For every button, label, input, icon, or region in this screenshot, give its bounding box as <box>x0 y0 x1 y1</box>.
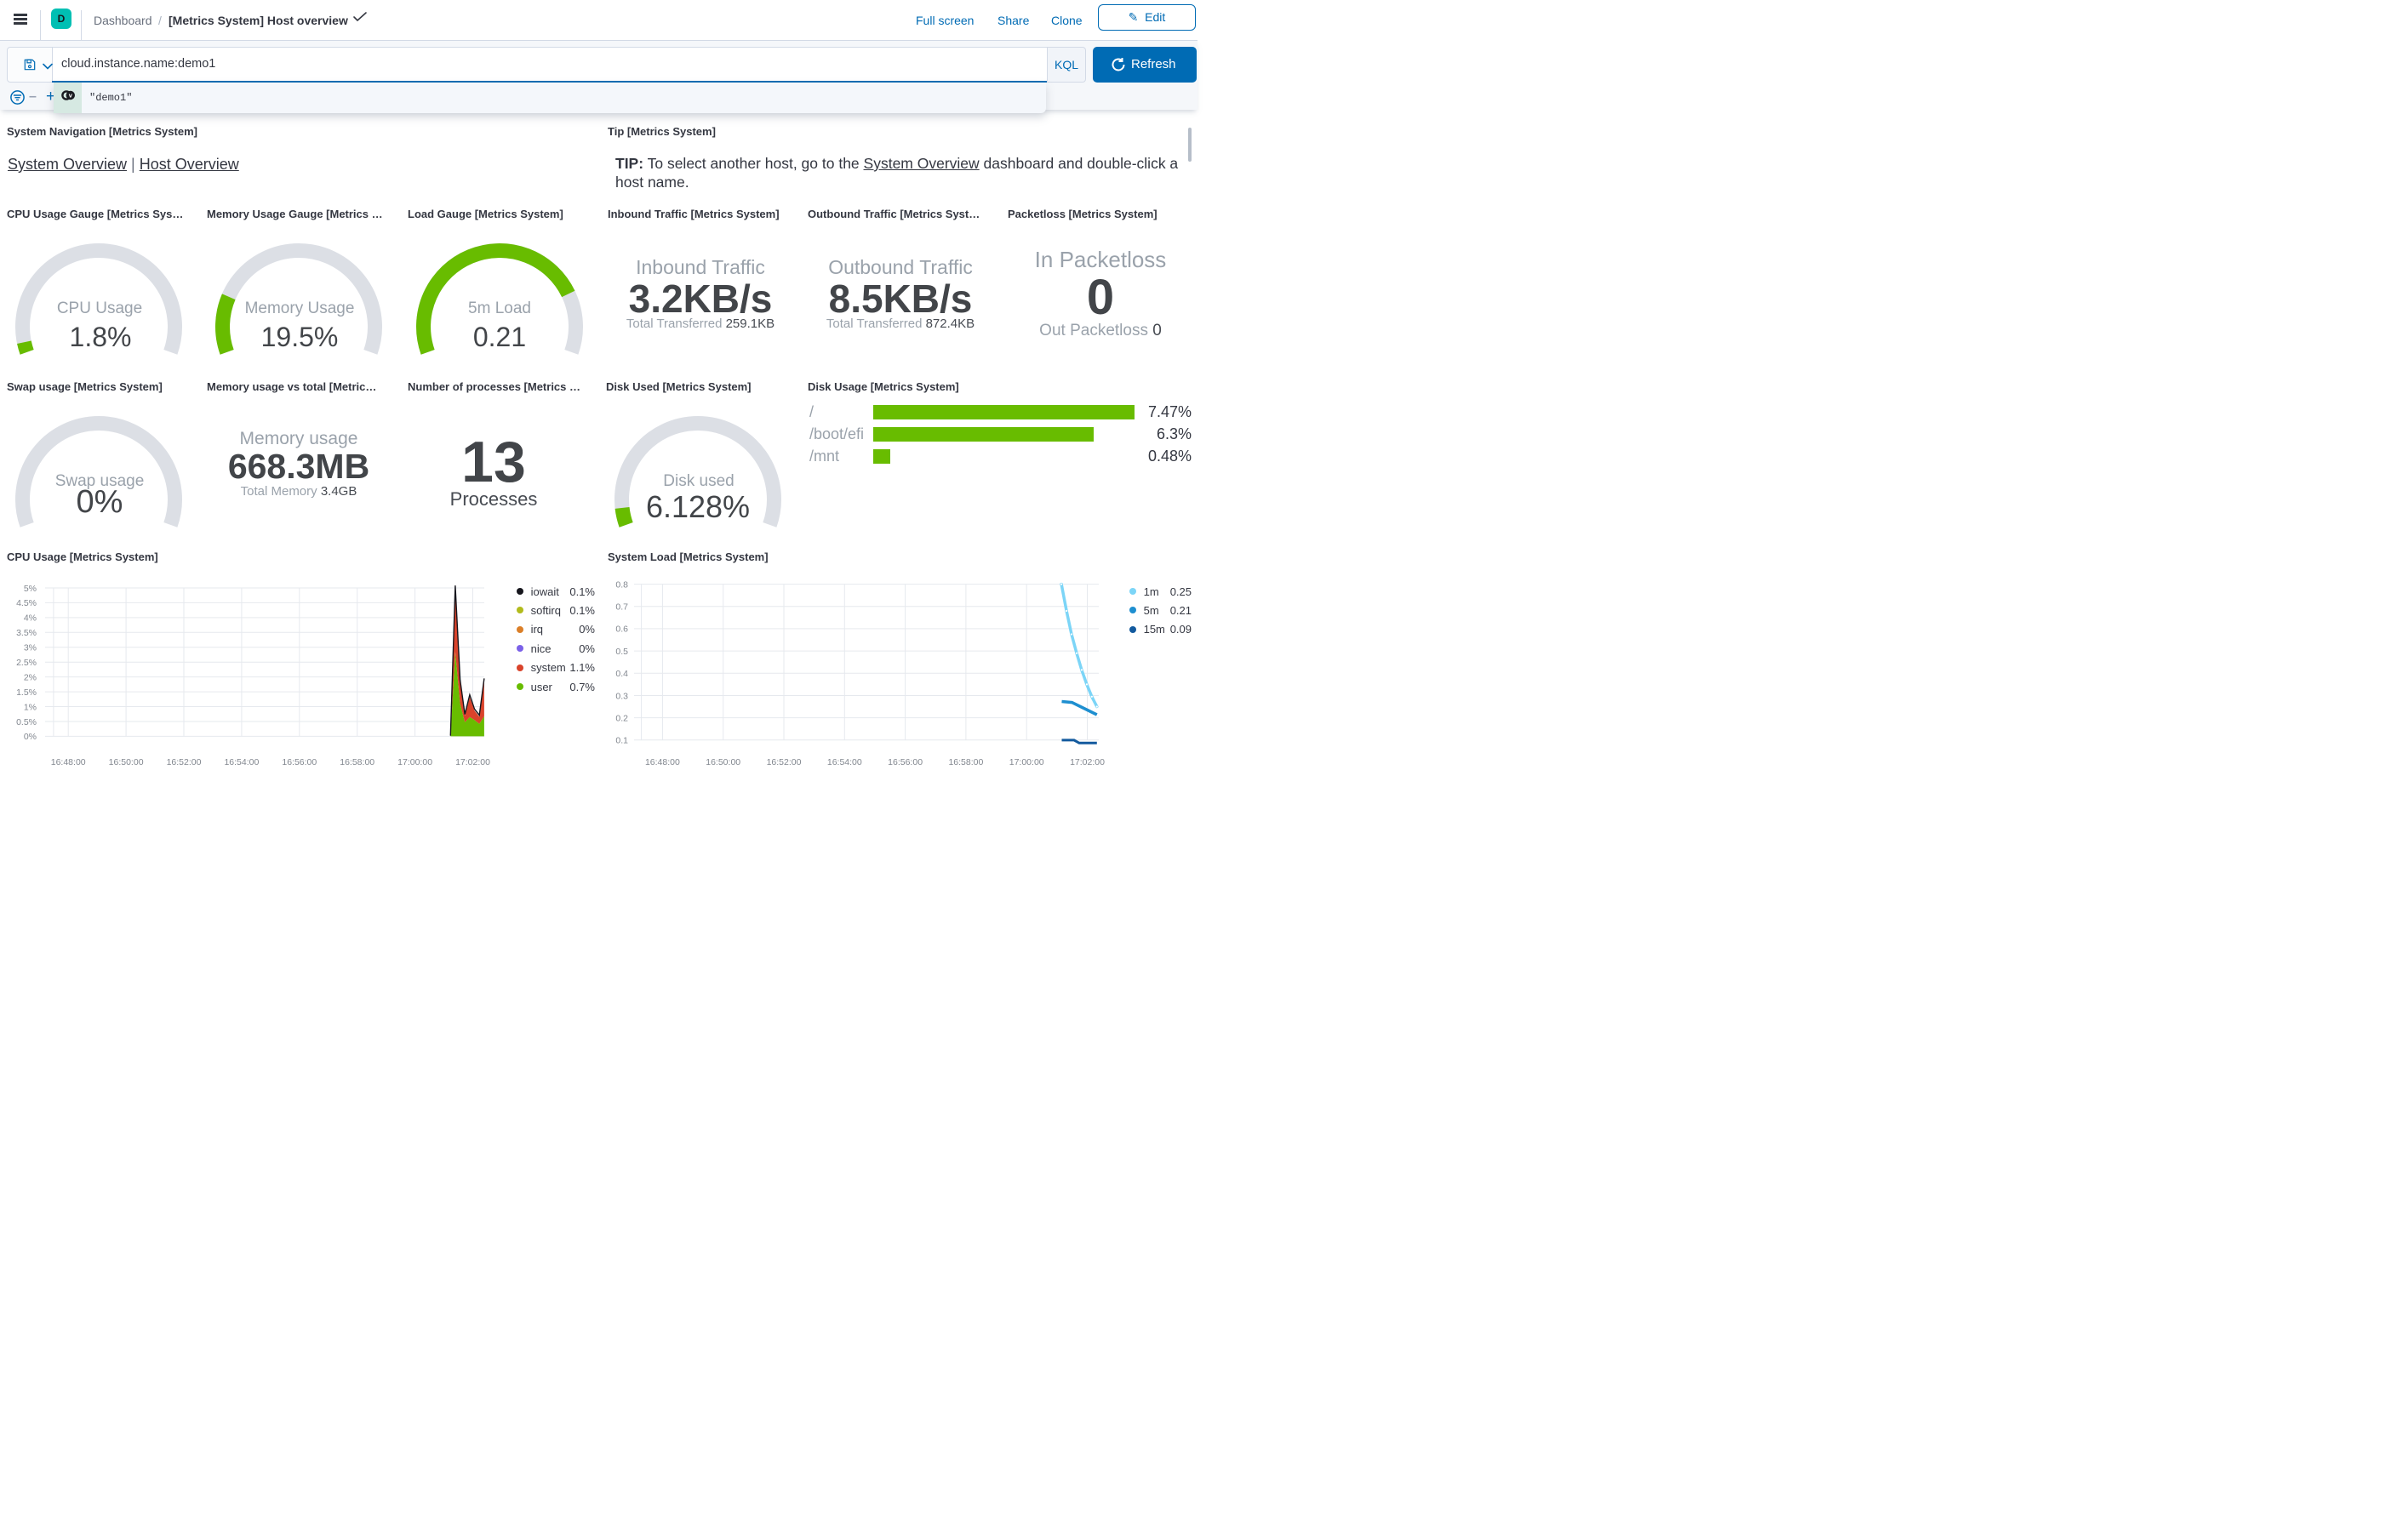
svg-text:0.5: 0.5 <box>615 647 628 657</box>
svg-text:16:50:00: 16:50:00 <box>706 757 740 767</box>
svg-text:2.5%: 2.5% <box>16 658 37 668</box>
svg-text:16:48:00: 16:48:00 <box>645 757 680 767</box>
svg-text:16:48:00: 16:48:00 <box>51 757 86 767</box>
svg-text:3.5%: 3.5% <box>16 628 37 638</box>
svg-text:0.1: 0.1 <box>615 736 628 746</box>
svg-text:4.5%: 4.5% <box>16 598 37 608</box>
svg-text:0.7: 0.7 <box>615 602 628 613</box>
svg-text:0.2: 0.2 <box>615 713 628 723</box>
svg-text:16:56:00: 16:56:00 <box>282 757 317 767</box>
svg-text:16:50:00: 16:50:00 <box>109 757 144 767</box>
svg-text:0.6: 0.6 <box>615 625 628 635</box>
svg-text:17:00:00: 17:00:00 <box>397 757 432 767</box>
svg-text:4%: 4% <box>24 613 37 624</box>
svg-text:16:52:00: 16:52:00 <box>767 757 802 767</box>
svg-text:16:58:00: 16:58:00 <box>948 757 983 767</box>
svg-text:16:52:00: 16:52:00 <box>167 757 202 767</box>
svg-text:2%: 2% <box>24 672 37 682</box>
svg-text:16:58:00: 16:58:00 <box>340 757 374 767</box>
svg-text:17:02:00: 17:02:00 <box>455 757 490 767</box>
svg-text:17:00:00: 17:00:00 <box>1009 757 1044 767</box>
svg-text:3%: 3% <box>24 643 37 653</box>
svg-text:0.5%: 0.5% <box>16 717 37 727</box>
svg-text:0%: 0% <box>24 732 37 742</box>
svg-text:0.4: 0.4 <box>615 669 628 679</box>
svg-text:1.5%: 1.5% <box>16 687 37 698</box>
svg-text:1%: 1% <box>24 702 37 712</box>
svg-text:5%: 5% <box>24 584 37 594</box>
svg-text:0.3: 0.3 <box>615 691 628 701</box>
svg-text:16:54:00: 16:54:00 <box>224 757 259 767</box>
svg-text:0.8: 0.8 <box>615 579 628 590</box>
svg-text:16:54:00: 16:54:00 <box>827 757 862 767</box>
svg-text:17:02:00: 17:02:00 <box>1070 757 1105 767</box>
svg-text:16:56:00: 16:56:00 <box>888 757 923 767</box>
